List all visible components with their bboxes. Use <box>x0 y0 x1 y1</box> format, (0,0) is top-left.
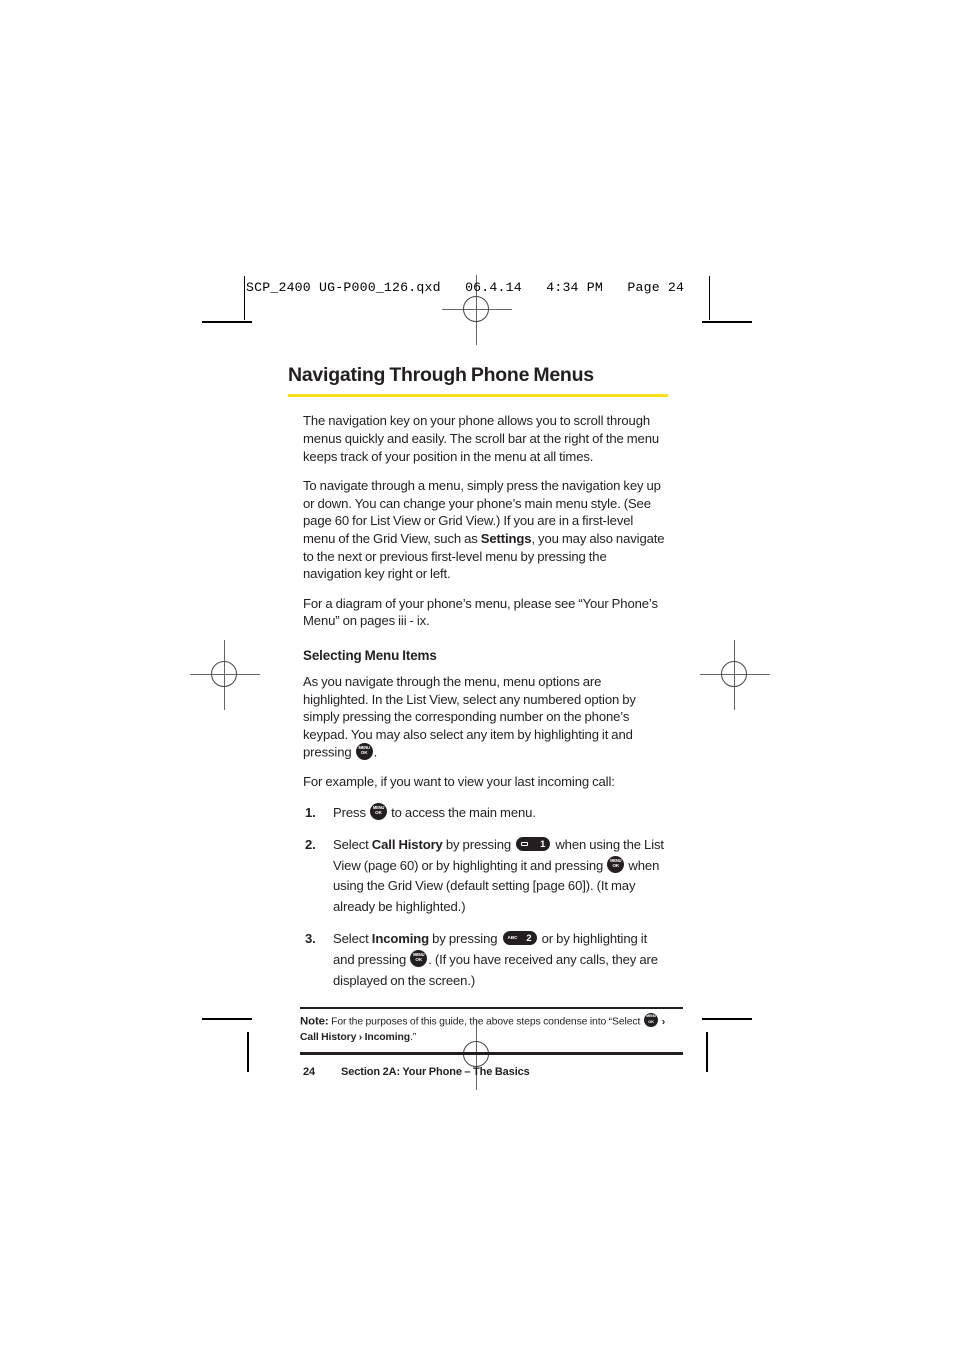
step-3-number: 3. <box>305 930 316 946</box>
note-separator-1: › <box>659 1016 666 1028</box>
menu-ok-key-bottom-label: OK <box>360 750 368 756</box>
step-3-text-a: Select <box>333 930 372 946</box>
step-3-text-b: by pressing <box>429 930 501 946</box>
step-1-text-a: Press <box>333 804 369 820</box>
menu-ok-key-bottom-label: OK <box>375 810 382 816</box>
selecting-text-b: . <box>373 744 378 760</box>
page-footer: 24 Section 2A: Your Phone – The Basics <box>303 1066 668 1078</box>
keypad-2-letters: ABC <box>507 935 518 941</box>
step-3: 3. Select Incoming by pressing ABC 2 or by… <box>303 929 668 991</box>
intro-paragraph-1: The navigation key on your phone allows … <box>303 413 660 464</box>
menu-ok-key-bottom-label: OK <box>648 1018 654 1024</box>
menu-ok-key-bottom-label: OK <box>415 957 423 963</box>
intro-paragraph-2: To navigate through a menu, simply press… <box>303 477 668 583</box>
step-1: 1. Press MENU OK to access the main menu. <box>303 803 668 824</box>
note-box: Note: For the purposes of this guide, th… <box>300 1007 683 1055</box>
step-1-number: 1. <box>305 804 316 820</box>
selecting-text-a: As you navigate through the menu, menu o… <box>303 673 636 760</box>
body-column: The navigation key on your phone allows … <box>300 412 683 1078</box>
step-2-number: 2. <box>305 836 316 852</box>
footer-section-label: Section 2A: Your Phone – The Basics <box>341 1065 530 1078</box>
page-number: 24 <box>303 1065 316 1078</box>
note-text-d: .” <box>409 1031 417 1043</box>
page-content: Navigating Through Phone Menus The navig… <box>288 364 683 1078</box>
keypad-1-key-icon: 1 <box>516 836 551 852</box>
settings-emphasis: Settings <box>480 530 532 546</box>
keypad-1-number: 1 <box>540 838 546 850</box>
keypad-2-key-icon: ABC 2 <box>502 930 537 946</box>
selecting-paragraph-1: As you navigate through the menu, menu o… <box>303 673 668 761</box>
menu-ok-key-icon: MENU OK <box>643 1012 659 1028</box>
printed-page: Navigating Through Phone Menus The navig… <box>0 0 954 1350</box>
call-history-emphasis: Call History <box>371 836 443 852</box>
note-call-history: Call History <box>300 1031 357 1043</box>
note-text-a: For the purposes of this guide, the abov… <box>328 1016 643 1028</box>
incoming-emphasis: Incoming <box>371 930 430 946</box>
menu-ok-key-icon: MENU OK <box>370 803 387 821</box>
page-title: Navigating Through Phone Menus <box>288 364 594 386</box>
intro-paragraph-3: For a diagram of your phone’s menu, plea… <box>303 595 658 629</box>
example-lead-in: For example, if you want to view your la… <box>303 774 615 790</box>
step-2: 2. Select Call History by pressing 1 when… <box>303 835 668 918</box>
title-accent-rule <box>288 394 668 398</box>
keypad-2-number: 2 <box>526 932 532 944</box>
section-subheading: Selecting Menu Items <box>303 647 437 663</box>
menu-ok-key-bottom-label: OK <box>612 863 620 869</box>
step-2-text-a: Select <box>333 836 372 852</box>
voicemail-glyph-icon <box>520 841 528 847</box>
note-rule-bottom <box>300 1052 683 1055</box>
note-incoming: Incoming <box>364 1031 410 1043</box>
note-separator-2: › <box>356 1031 365 1043</box>
note-text: Note: For the purposes of this guide, th… <box>300 1009 683 1050</box>
note-label: Note: <box>300 1015 329 1028</box>
step-2-text-b: by pressing <box>442 836 515 852</box>
menu-ok-key-icon: MENU OK <box>355 743 373 761</box>
menu-ok-key-icon: MENU OK <box>410 950 428 968</box>
menu-ok-key-icon: MENU OK <box>607 856 625 874</box>
steps-list: 1. Press MENU OK to access the main menu. … <box>303 803 668 991</box>
step-1-text-b: to access the main menu. <box>388 804 536 820</box>
